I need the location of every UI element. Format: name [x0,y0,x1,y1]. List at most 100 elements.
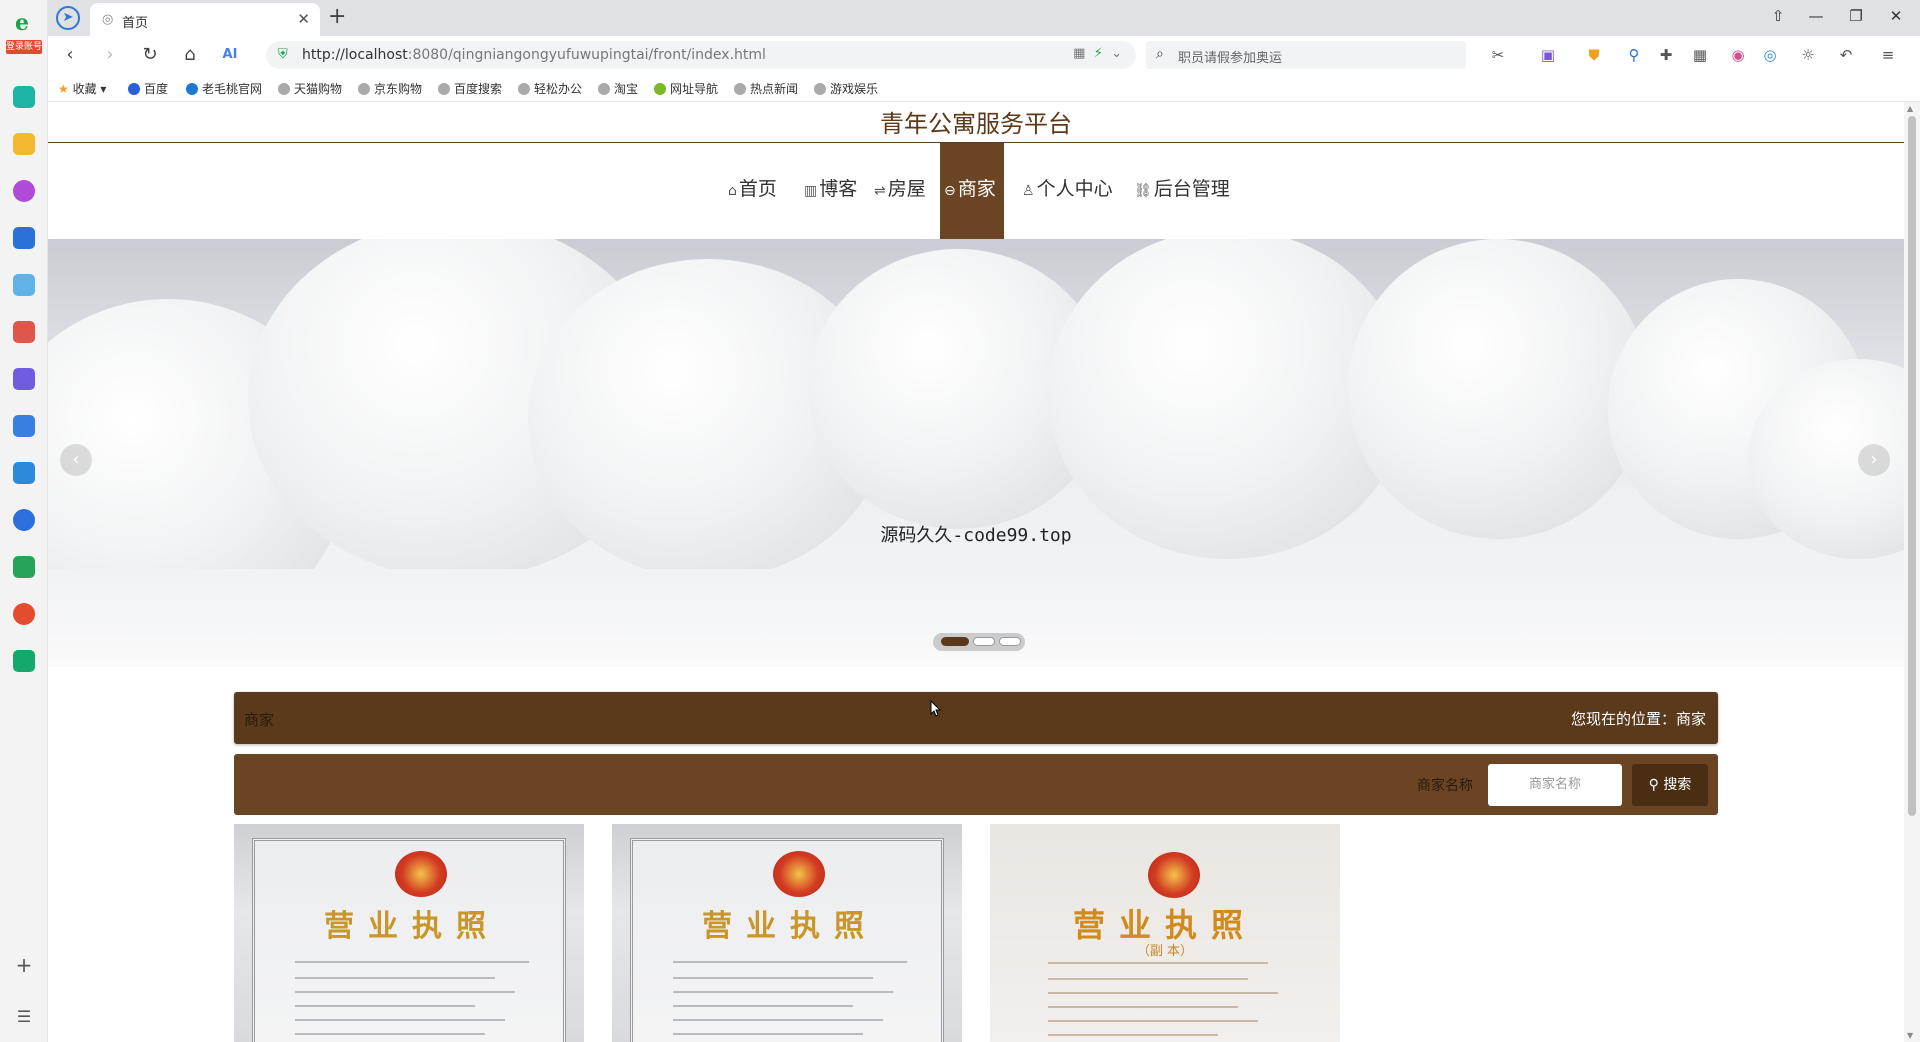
sidebar-ai-icon[interactable] [13,180,35,202]
sync-icon[interactable]: ◎ [1760,45,1780,65]
page-scrollbar[interactable]: ▲ ▼ [1904,102,1920,1042]
sidebar-weibo-icon[interactable] [13,603,35,625]
window-pin-icon[interactable]: ⇧ [1768,7,1788,25]
sidebar-ai-assistant-icon[interactable] [13,227,35,249]
address-row: ‹ › ↻ ⌂ AI ⛨ http://localhost:8080/qingn… [48,36,1920,74]
nav-home[interactable]: ⌂ 首页 [724,143,781,239]
scrollbar-thumb[interactable] [1908,116,1916,816]
nav-profile[interactable]: ♙ 个人中心 [1018,143,1117,239]
merchant-card[interactable]: 营业执照 （副 本） [990,824,1340,1042]
sidebar-add-icon[interactable]: + [13,954,35,976]
window-close-icon[interactable]: ✕ [1886,7,1906,25]
merchant-name-input[interactable]: 商家名称 [1488,764,1622,806]
translate-tool-icon[interactable]: ▣ [1538,45,1558,65]
license-text-line [295,1019,505,1021]
carousel-dot-3[interactable] [999,637,1021,646]
bookmark-baidu[interactable]: 百度 [128,80,168,97]
carousel-next-icon[interactable]: › [1858,444,1890,476]
nav-house[interactable]: ⇌ 房屋 [870,143,930,239]
address-bar[interactable]: ⛨ http://localhost:8080/qingniangongyufu… [266,41,1136,69]
sidebar-translate-icon[interactable] [13,509,35,531]
browser-logo[interactable]: e 登录账号 [6,10,42,56]
tab-strip: ➤ ◎ 首页 ✕ + ⇧ — ❐ ✕ [48,0,1920,36]
carousel-dot-2[interactable] [973,637,995,646]
merchant-search-bar: 商家名称 商家名称 ⚲ 搜索 [234,754,1718,815]
sidebar-pdf-icon[interactable] [13,321,35,343]
browser-sidebar: e 登录账号 + ☰ [0,0,48,1042]
scissors-icon[interactable]: ✂ [1488,45,1508,65]
extensions-icon[interactable]: ✚ [1656,45,1676,65]
browser-search-box[interactable]: ⌕ 职员请假参加奥运 [1146,41,1466,69]
merchant-card[interactable]: 营业执照 [612,824,962,1042]
bookmark-tmall[interactable]: 天猫购物 [278,80,342,97]
forward-icon[interactable]: › [98,43,122,67]
location-breadcrumb: 您现在的位置：商家 [1570,710,1706,728]
license-text-line [295,977,495,979]
nav-merchant[interactable]: ⊖ 商家 [940,143,1004,239]
sidebar-mail-icon[interactable] [13,650,35,672]
browser-logo-icon: e [15,10,29,36]
search-button[interactable]: ⚲ 搜索 [1632,764,1708,806]
bookmark-favorites[interactable]: ★ 收藏 ▾ [58,80,106,97]
close-tab-icon[interactable]: ✕ [297,10,310,28]
restore-icon[interactable]: ❐ [1846,7,1866,25]
sidebar-games-icon[interactable] [13,556,35,578]
nav-admin[interactable]: ⛓ 后台管理 [1130,143,1234,239]
license-text-line [1048,1006,1238,1008]
carousel-indicators [933,633,1025,651]
bookmark-baidu-search[interactable]: 百度搜索 [438,80,502,97]
apps-grid-icon[interactable]: ▦ [1690,45,1710,65]
url-text[interactable]: http://localhost:8080/qingniangongyufuwu… [302,47,766,63]
gift-icon: ▥ [804,183,818,199]
bookmark-office[interactable]: 轻松办公 [518,80,582,97]
scroll-up-icon[interactable]: ▲ [1907,104,1913,113]
sidebar-doc-icon[interactable] [13,462,35,484]
shield-extension-icon[interactable]: ⛊ [1584,45,1604,65]
browser-menu-icon[interactable]: ≡ [1878,45,1898,65]
home-button-icon[interactable]: ⌂ [178,43,202,67]
login-account-tag[interactable]: 登录账号 [6,40,42,54]
sidebar-image-icon[interactable] [13,274,35,296]
section-label: 商家 [244,711,275,729]
minimize-icon[interactable]: — [1806,7,1826,25]
license-text-line [295,991,515,993]
back-icon[interactable]: ‹ [58,43,82,67]
bookmark-nav[interactable]: 网址导航 [654,80,718,97]
license-text-line [295,961,529,963]
license-text-line [1048,978,1248,980]
bookmark-news[interactable]: 热点新闻 [734,80,798,97]
link-icon: ⛓ [1134,183,1152,199]
tab-home[interactable]: ◎ 首页 ✕ [90,3,320,36]
bookmark-jd[interactable]: 京东购物 [358,80,422,97]
new-tab-icon[interactable]: + [328,5,346,29]
address-tools[interactable]: ▦ ⚡ ⌄ [1073,46,1122,61]
license-text-line [673,961,907,963]
undo-icon[interactable]: ↶ [1836,45,1856,65]
sidebar-video-icon[interactable] [13,368,35,390]
bookmark-taobao[interactable]: 淘宝 [598,80,638,97]
reload-icon[interactable]: ↻ [138,43,162,67]
sidebar-favorites-star-icon[interactable] [13,133,35,155]
main-nav: ⌂ 首页 ▥ 博客 ⇌ 房屋 ⊖ 商家 ♙ 个人中心 ⛓ 后台管理 [48,143,1904,239]
colorful-extension-icon[interactable]: ◉ [1728,45,1748,65]
sidebar-app-plus-icon[interactable] [13,86,35,108]
license-copy-label: （副 本） [1136,944,1194,959]
bookmark-laomaotao[interactable]: 老毛桃官网 [186,80,262,97]
license-frame: 营业执照 （副 本） [1008,838,1322,1042]
nav-blog[interactable]: ▥ 博客 [800,143,861,239]
license-text-line [1048,962,1268,964]
sidebar-notes-icon[interactable] [13,415,35,437]
browser-search-placeholder: 职员请假参加奥运 [1178,51,1283,66]
bookmark-games[interactable]: 游戏娱乐 [814,80,878,97]
brightness-icon[interactable]: ☼ [1798,45,1818,65]
merchant-card[interactable]: 营业执照 [234,824,584,1042]
ai-button-icon[interactable]: AI [218,43,242,67]
browser-navigator-icon[interactable]: ➤ [56,6,80,30]
banner-carousel[interactable]: 源码久久-code99.top ‹ › [48,239,1904,667]
carousel-dot-1[interactable] [941,637,969,646]
scroll-down-icon[interactable]: ▼ [1907,1031,1913,1040]
banner-caption: 源码久久-code99.top [880,525,1072,546]
carousel-prev-icon[interactable]: ‹ [60,444,92,476]
sidebar-menu-icon[interactable]: ☰ [13,1006,35,1028]
magnifier-icon[interactable]: ⚲ [1624,45,1644,65]
